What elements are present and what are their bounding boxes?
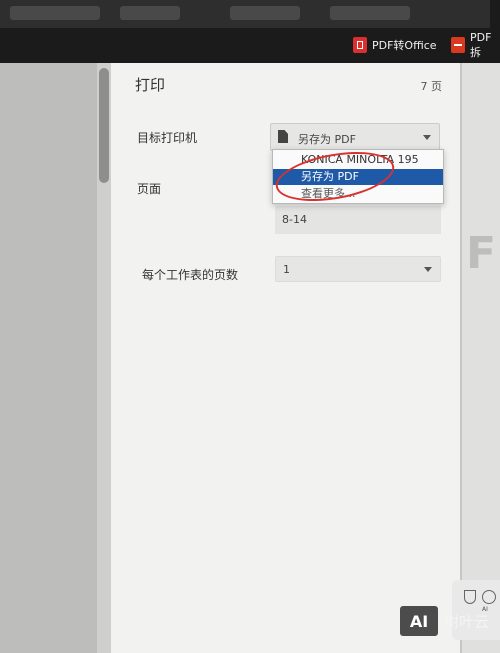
pdf-split-icon — [451, 37, 465, 53]
right-preview-area — [460, 63, 500, 653]
tab-placeholder[interactable] — [120, 6, 180, 20]
printer-option-see-more[interactable]: 查看更多... — [273, 186, 443, 202]
target-printer-value: 另存为 PDF — [298, 133, 356, 146]
chevron-down-icon — [423, 135, 431, 140]
pages-per-sheet-label: 每个工作表的页数 — [142, 268, 239, 282]
pdf-split-label: PDF拆 — [470, 30, 492, 59]
watermark: AI 树叶云 — [400, 606, 489, 636]
tab-strip — [0, 0, 490, 28]
app-toolbar: PDF转Office PDF拆 — [0, 0, 500, 63]
pdf-to-office-button[interactable]: PDF转Office — [353, 34, 437, 56]
tab-placeholder[interactable] — [330, 6, 410, 20]
document-preview — [0, 63, 97, 653]
target-printer-label: 目标打印机 — [137, 131, 198, 145]
page-range-input[interactable]: 8-14 — [275, 206, 441, 234]
pdf-to-office-icon — [353, 37, 367, 53]
panel-divider — [460, 63, 462, 653]
target-printer-select[interactable]: 另存为 PDF — [270, 123, 440, 151]
scrollbar-thumb[interactable] — [99, 68, 109, 183]
watermark-name: 树叶云 — [444, 612, 490, 631]
watermark-logo: AI — [400, 606, 438, 636]
printer-option-konica[interactable]: KONICA MINOLTA 195 — [273, 152, 443, 168]
pdf-split-button[interactable]: PDF拆 — [451, 31, 500, 59]
print-title: 打印 — [135, 76, 166, 94]
pages-per-sheet-value: 1 — [283, 263, 290, 276]
page-count: 7 页 — [420, 80, 443, 93]
pdf-to-office-label: PDF转Office — [372, 39, 437, 52]
background-letter: F — [466, 228, 497, 279]
chevron-down-icon — [424, 267, 432, 272]
pages-per-sheet-select[interactable]: 1 — [275, 256, 441, 282]
printer-option-save-as-pdf[interactable]: 另存为 PDF — [273, 169, 443, 185]
tab-placeholder[interactable] — [230, 6, 300, 20]
ai-icon — [482, 590, 496, 604]
document-icon — [278, 130, 288, 143]
tab-placeholder[interactable] — [10, 6, 100, 20]
printer-dropdown-list: KONICA MINOLTA 195 另存为 PDF 查看更多... — [272, 149, 444, 204]
page-range-value: 8-14 — [282, 213, 307, 226]
pages-label: 页面 — [137, 182, 162, 196]
shield-icon — [464, 590, 476, 604]
